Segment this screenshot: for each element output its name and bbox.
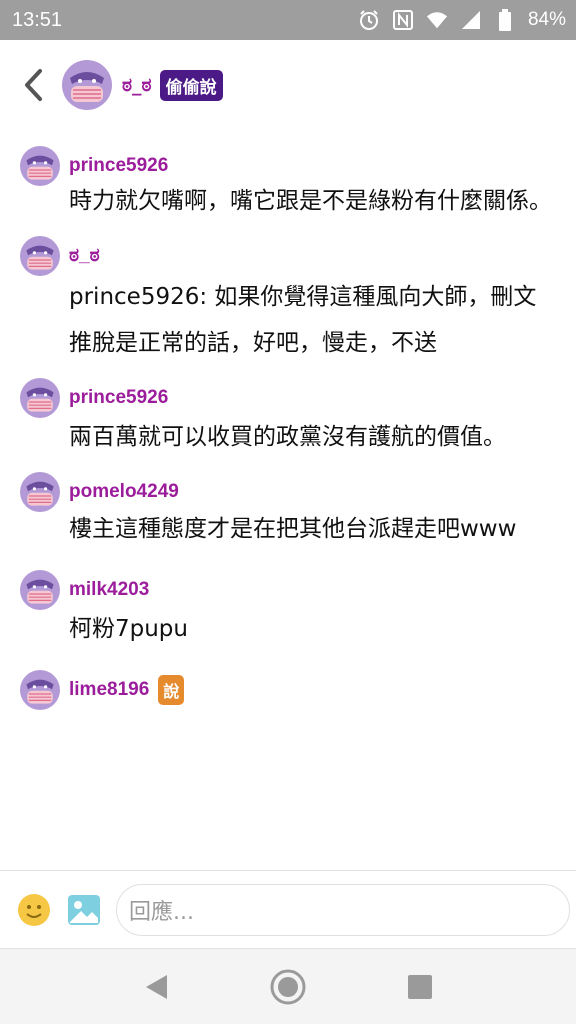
comment-item: prince5926 時力就欠嘴啊，嘴它跟是不是綠粉有什麼關係。 bbox=[0, 146, 576, 224]
reply-input[interactable]: 回應... bbox=[116, 883, 570, 936]
emoji-icon bbox=[18, 893, 50, 926]
status-time: 13:51 bbox=[12, 8, 63, 31]
avatar-icon[interactable] bbox=[20, 570, 60, 610]
nav-recents-button[interactable] bbox=[398, 965, 442, 1009]
comment-text: 兩百萬就可以收買的政黨沒有護航的價值。 bbox=[69, 424, 506, 450]
alarm-icon bbox=[358, 9, 380, 31]
battery-percent: 84% bbox=[527, 9, 566, 30]
emoji-button[interactable] bbox=[16, 892, 52, 928]
battery-icon bbox=[494, 9, 516, 31]
comment-username[interactable]: prince5926 bbox=[69, 155, 168, 177]
comment-list: prince5926 時力就欠嘴啊，嘴它跟是不是綠粉有什麼關係。 ಠ_ಠ pri… bbox=[0, 130, 576, 870]
nav-home-button[interactable] bbox=[266, 965, 310, 1009]
thread-author[interactable]: ಠ_ಠ bbox=[122, 74, 152, 96]
thread-header: ಠ_ಠ 偷偷說 bbox=[0, 40, 576, 130]
comment-text: 時力就欠嘴啊，嘴它跟是不是綠粉有什麼關係。 bbox=[69, 188, 552, 214]
nfc-icon bbox=[392, 9, 414, 31]
wifi-icon bbox=[426, 9, 448, 31]
reply-bar: 回應... bbox=[0, 870, 576, 948]
avatar-icon[interactable] bbox=[20, 472, 60, 512]
circle-home-icon bbox=[270, 969, 306, 1004]
square-recents-icon bbox=[408, 974, 432, 999]
comment-item: prince5926 兩百萬就可以收買的政黨沒有護航的價值。 bbox=[0, 378, 576, 460]
status-bar: 13:51 84% bbox=[0, 0, 576, 40]
avatar-icon[interactable] bbox=[20, 146, 60, 186]
comment-item: milk4203 柯粉7pupu bbox=[0, 570, 576, 652]
comment-username[interactable]: milk4203 bbox=[69, 579, 149, 601]
comment-text: prince5926: 如果你覺得這種風向大師，刪文推脫是正常的話，好吧，慢走，… bbox=[69, 284, 537, 356]
system-nav-bar bbox=[0, 948, 576, 1024]
comment-username[interactable]: ಠ_ಠ bbox=[69, 245, 100, 267]
avatar-icon bbox=[62, 60, 112, 110]
nav-back-button[interactable] bbox=[134, 965, 178, 1009]
forum-badge[interactable]: 偷偷說 bbox=[159, 69, 223, 101]
comment-item: pomelo4249 樓主這種態度才是在把其他台派趕走吧www bbox=[0, 472, 576, 552]
comment-username[interactable]: lime8196 bbox=[69, 679, 149, 701]
signal-icon bbox=[460, 9, 482, 31]
comment-text: 樓主這種態度才是在把其他台派趕走吧www bbox=[69, 516, 517, 542]
image-button[interactable] bbox=[66, 892, 102, 928]
back-button[interactable] bbox=[18, 65, 48, 105]
comment-username[interactable]: prince5926 bbox=[69, 387, 168, 409]
comment-item: lime8196 說 bbox=[0, 670, 576, 710]
avatar-icon[interactable] bbox=[20, 670, 60, 710]
avatar-icon[interactable] bbox=[20, 378, 60, 418]
comment-item: ಠ_ಠ prince5926: 如果你覺得這種風向大師，刪文推脫是正常的話，好吧… bbox=[0, 236, 576, 366]
comment-username[interactable]: pomelo4249 bbox=[69, 481, 179, 503]
triangle-back-icon bbox=[146, 974, 167, 999]
chevron-left-icon bbox=[25, 69, 42, 101]
avatar-icon[interactable] bbox=[20, 236, 60, 276]
status-icons: 84% bbox=[358, 9, 566, 31]
comment-badge[interactable]: 說 bbox=[158, 675, 185, 705]
comment-text: 柯粉7pupu bbox=[69, 616, 188, 642]
image-icon bbox=[68, 894, 100, 925]
